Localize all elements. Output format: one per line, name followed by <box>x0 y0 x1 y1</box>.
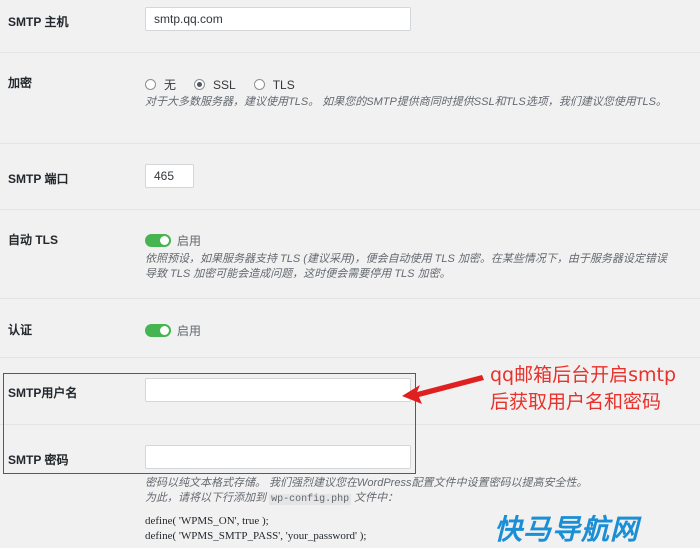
highlight-box <box>3 373 416 474</box>
encryption-radio-group: 无 SSL TLS <box>145 76 313 93</box>
encryption-option-ssl-label: SSL <box>213 77 236 92</box>
smtp-port-row: SMTP 端口 465 <box>0 144 700 210</box>
auth-label: 认证 <box>8 323 33 337</box>
desc-line2-suffix: 文件中： <box>354 492 399 504</box>
auto-tls-label: 自动 TLS <box>8 233 58 247</box>
encryption-option-none-label: 无 <box>164 78 177 92</box>
encryption-label: 加密 <box>8 76 33 90</box>
annotation-line-2: 后获取用户名和密码 <box>490 391 662 413</box>
annotation-line-1: qq邮箱后台开启smtp <box>490 364 677 386</box>
smtp-password-desc-line2: 为此，请将以下行添加到 wp-config.php 文件中： <box>145 491 665 507</box>
smtp-host-input[interactable]: smtp.qq.com <box>145 7 411 31</box>
smtp-host-label: SMTP 主机 <box>8 15 69 29</box>
smtp-password-description: 密码以纯文本格式存储。 我们强烈建议您在WordPress配置文件中设置密码以提… <box>145 476 665 507</box>
auto-tls-toggle-wrap: 启用 <box>145 232 201 249</box>
wp-config-filename: wp-config.php <box>269 494 352 505</box>
smtp-password-desc-line1: 密码以纯文本格式存储。 我们强烈建议您在WordPress配置文件中设置密码以提… <box>145 477 588 489</box>
annotation-arrow-icon <box>402 375 484 404</box>
smtp-port-input[interactable]: 465 <box>145 164 194 188</box>
auth-toggle-wrap: 启用 <box>145 322 201 339</box>
encryption-option-tls-label: TLS <box>272 77 295 92</box>
code-line-1: define( 'WPMS_ON', true ); <box>145 515 269 527</box>
auto-tls-row: 自动 TLS 启用 依照预设，如果服务器支持 TLS (建议采用)，便会自动使用… <box>0 210 700 299</box>
auto-tls-toggle[interactable] <box>145 234 171 247</box>
code-line-2: define( 'WPMS_SMTP_PASS', 'your_password… <box>145 530 367 542</box>
encryption-option-tls[interactable]: TLS <box>253 77 295 92</box>
encryption-option-ssl[interactable]: SSL <box>194 78 236 92</box>
auth-row: 认证 启用 <box>0 299 700 358</box>
radio-icon <box>145 79 156 90</box>
auto-tls-state-label: 启用 <box>177 234 202 248</box>
watermark-logo: 快马导航网 <box>494 513 640 546</box>
annotation-text: qq邮箱后台开启smtp 后获取用户名和密码 <box>490 362 676 416</box>
smtp-port-label: SMTP 端口 <box>8 172 69 186</box>
encryption-option-none[interactable]: 无 <box>145 76 176 93</box>
smtp-host-row: SMTP 主机 smtp.qq.com <box>0 0 700 53</box>
encryption-description: 对于大多数服务器，建议使用TLS。 如果您的SMTP提供商同时提供SSL和TLS… <box>145 96 667 108</box>
desc-line2-prefix: 为此，请将以下行添加到 <box>145 492 266 504</box>
radio-icon <box>253 79 265 90</box>
radio-checked-icon <box>194 79 206 90</box>
auth-state-label: 启用 <box>177 324 202 338</box>
encryption-row: 加密 无 SSL TLS 对于大多数服务器，建议使用TLS。 如果您的SMTP提… <box>0 53 700 144</box>
auth-toggle[interactable] <box>145 324 171 337</box>
auto-tls-description: 依照预设，如果服务器支持 TLS (建议采用)，便会自动使用 TLS 加密。在某… <box>145 253 667 280</box>
